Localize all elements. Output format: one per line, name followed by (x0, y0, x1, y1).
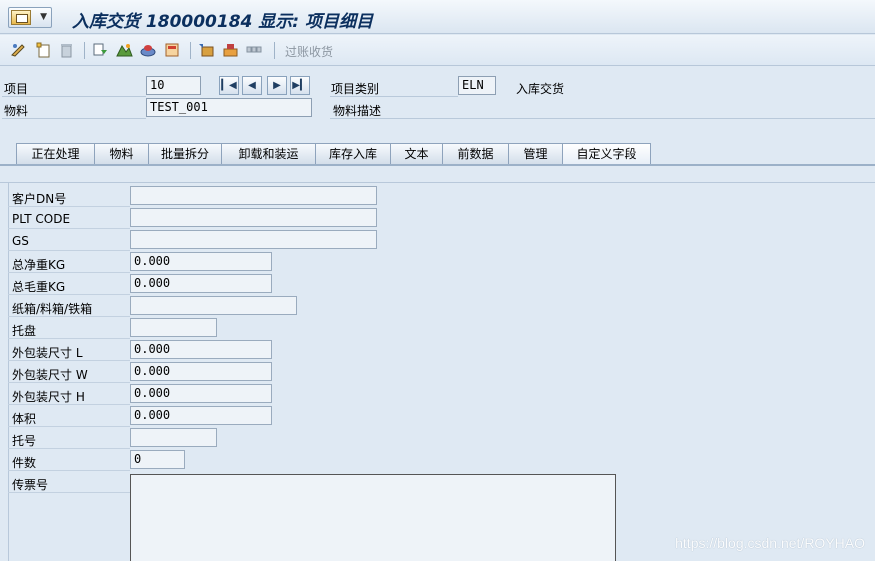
item-category-label: 项目类别 (331, 82, 380, 96)
gs-field[interactable] (130, 230, 377, 249)
total-net-weight-field[interactable]: 0.000 (130, 252, 272, 271)
tab-material[interactable]: 物料 (94, 143, 149, 164)
divider (8, 294, 130, 295)
plt-code-field[interactable] (130, 208, 377, 227)
field-label: 总毛重KG (12, 280, 66, 294)
divider (8, 360, 130, 361)
divider (8, 206, 130, 207)
field-label: 传票号 (12, 478, 49, 492)
grid-icon[interactable] (246, 42, 263, 58)
divider (8, 448, 130, 449)
material-label: 物料 (4, 104, 29, 118)
application-toolbar: 过账收货 (0, 35, 875, 66)
divider (2, 118, 146, 119)
status-icon[interactable] (140, 42, 157, 58)
piece-count-field[interactable]: 0 (130, 450, 185, 469)
tab-batch-split[interactable]: 批量拆分 (148, 143, 222, 164)
menu-icon (11, 10, 31, 25)
divider (8, 382, 130, 383)
divider (8, 182, 9, 561)
divider (2, 96, 146, 97)
material-field[interactable]: TEST_001 (146, 98, 312, 117)
previous-item-icon[interactable]: ◀ (242, 76, 262, 95)
package-height-field[interactable]: 0.000 (130, 384, 272, 403)
voucher-number-textarea[interactable] (130, 474, 616, 561)
item-category-field[interactable]: ELN (458, 76, 496, 95)
field-label: 外包装尺寸 L (12, 346, 83, 360)
packing-icon[interactable] (222, 42, 239, 58)
field-label: 托号 (12, 434, 37, 448)
toolbar-separator (190, 42, 191, 59)
tab-stock-placement[interactable]: 库存入库 (315, 143, 391, 164)
field-label: 外包装尺寸 H (12, 390, 85, 404)
tab-custom-fields[interactable]: 自定义字段 (562, 143, 651, 165)
title-bar: ▼ 入库交货 180000184 显示: 项目细目 (0, 0, 875, 34)
tab-loading-shipping[interactable]: 卸载和装运 (221, 143, 316, 164)
item-category-description: 入库交货 (516, 82, 565, 96)
item-field[interactable]: 10 (146, 76, 201, 95)
material-description-label: 物料描述 (333, 104, 382, 118)
field-label: GS (12, 234, 29, 248)
field-label: 总净重KG (12, 258, 66, 272)
system-menu-button[interactable]: ▼ (8, 7, 52, 28)
toolbar-separator (274, 42, 275, 59)
page-title: 入库交货 180000184 显示: 项目细目 (72, 12, 374, 32)
divider (8, 470, 130, 471)
field-label: 托盘 (12, 324, 37, 338)
save-icon[interactable] (164, 42, 181, 58)
document-flow-icon[interactable] (116, 42, 133, 58)
item-label: 项目 (4, 82, 29, 96)
delete-icon[interactable] (58, 42, 75, 58)
total-gross-weight-field[interactable]: 0.000 (130, 274, 272, 293)
first-item-icon[interactable]: ▎◀ (219, 76, 239, 95)
field-label: 体积 (12, 412, 37, 426)
field-label: 客户DN号 (12, 192, 67, 206)
divider (8, 492, 130, 493)
divider (8, 426, 130, 427)
chevron-down-icon: ▼ (40, 12, 47, 22)
field-label: 纸箱/料箱/铁箱 (12, 302, 93, 316)
divider (8, 404, 130, 405)
divider (330, 118, 875, 119)
package-length-field[interactable]: 0.000 (130, 340, 272, 359)
create-icon[interactable] (35, 42, 52, 58)
divider (8, 316, 130, 317)
divider (8, 338, 130, 339)
customer-dn-field[interactable] (130, 186, 377, 205)
transport-icon[interactable] (198, 42, 215, 58)
volume-field[interactable]: 0.000 (130, 406, 272, 425)
tab-processing[interactable]: 正在处理 (16, 143, 95, 164)
field-label: 件数 (12, 456, 37, 470)
carton-bin-field[interactable] (130, 296, 297, 315)
divider (0, 182, 875, 183)
divider (330, 96, 458, 97)
pallet-number-field[interactable] (130, 428, 217, 447)
pallet-field[interactable] (130, 318, 217, 337)
last-item-icon[interactable]: ▶▎ (290, 76, 310, 95)
field-label: PLT CODE (12, 212, 71, 226)
copy-icon[interactable] (92, 42, 109, 58)
package-width-field[interactable]: 0.000 (130, 362, 272, 381)
tab-preceding-data[interactable]: 前数据 (442, 143, 509, 164)
edit-icon[interactable] (10, 42, 27, 58)
watermark: https://blog.csdn.net/ROYHAO (675, 535, 865, 551)
post-goods-receipt-button[interactable]: 过账收货 (285, 43, 333, 60)
custom-fields-panel: 客户DN号 PLT CODE GS 总净重KG 0.000 总毛重KG 0.00… (0, 166, 875, 561)
field-label: 外包装尺寸 W (12, 368, 88, 382)
tab-administration[interactable]: 管理 (508, 143, 563, 164)
toolbar-separator (84, 42, 85, 59)
divider (8, 228, 130, 229)
next-item-icon[interactable]: ▶ (267, 76, 287, 95)
divider (8, 250, 130, 251)
divider (8, 272, 130, 273)
tab-text[interactable]: 文本 (390, 143, 443, 164)
